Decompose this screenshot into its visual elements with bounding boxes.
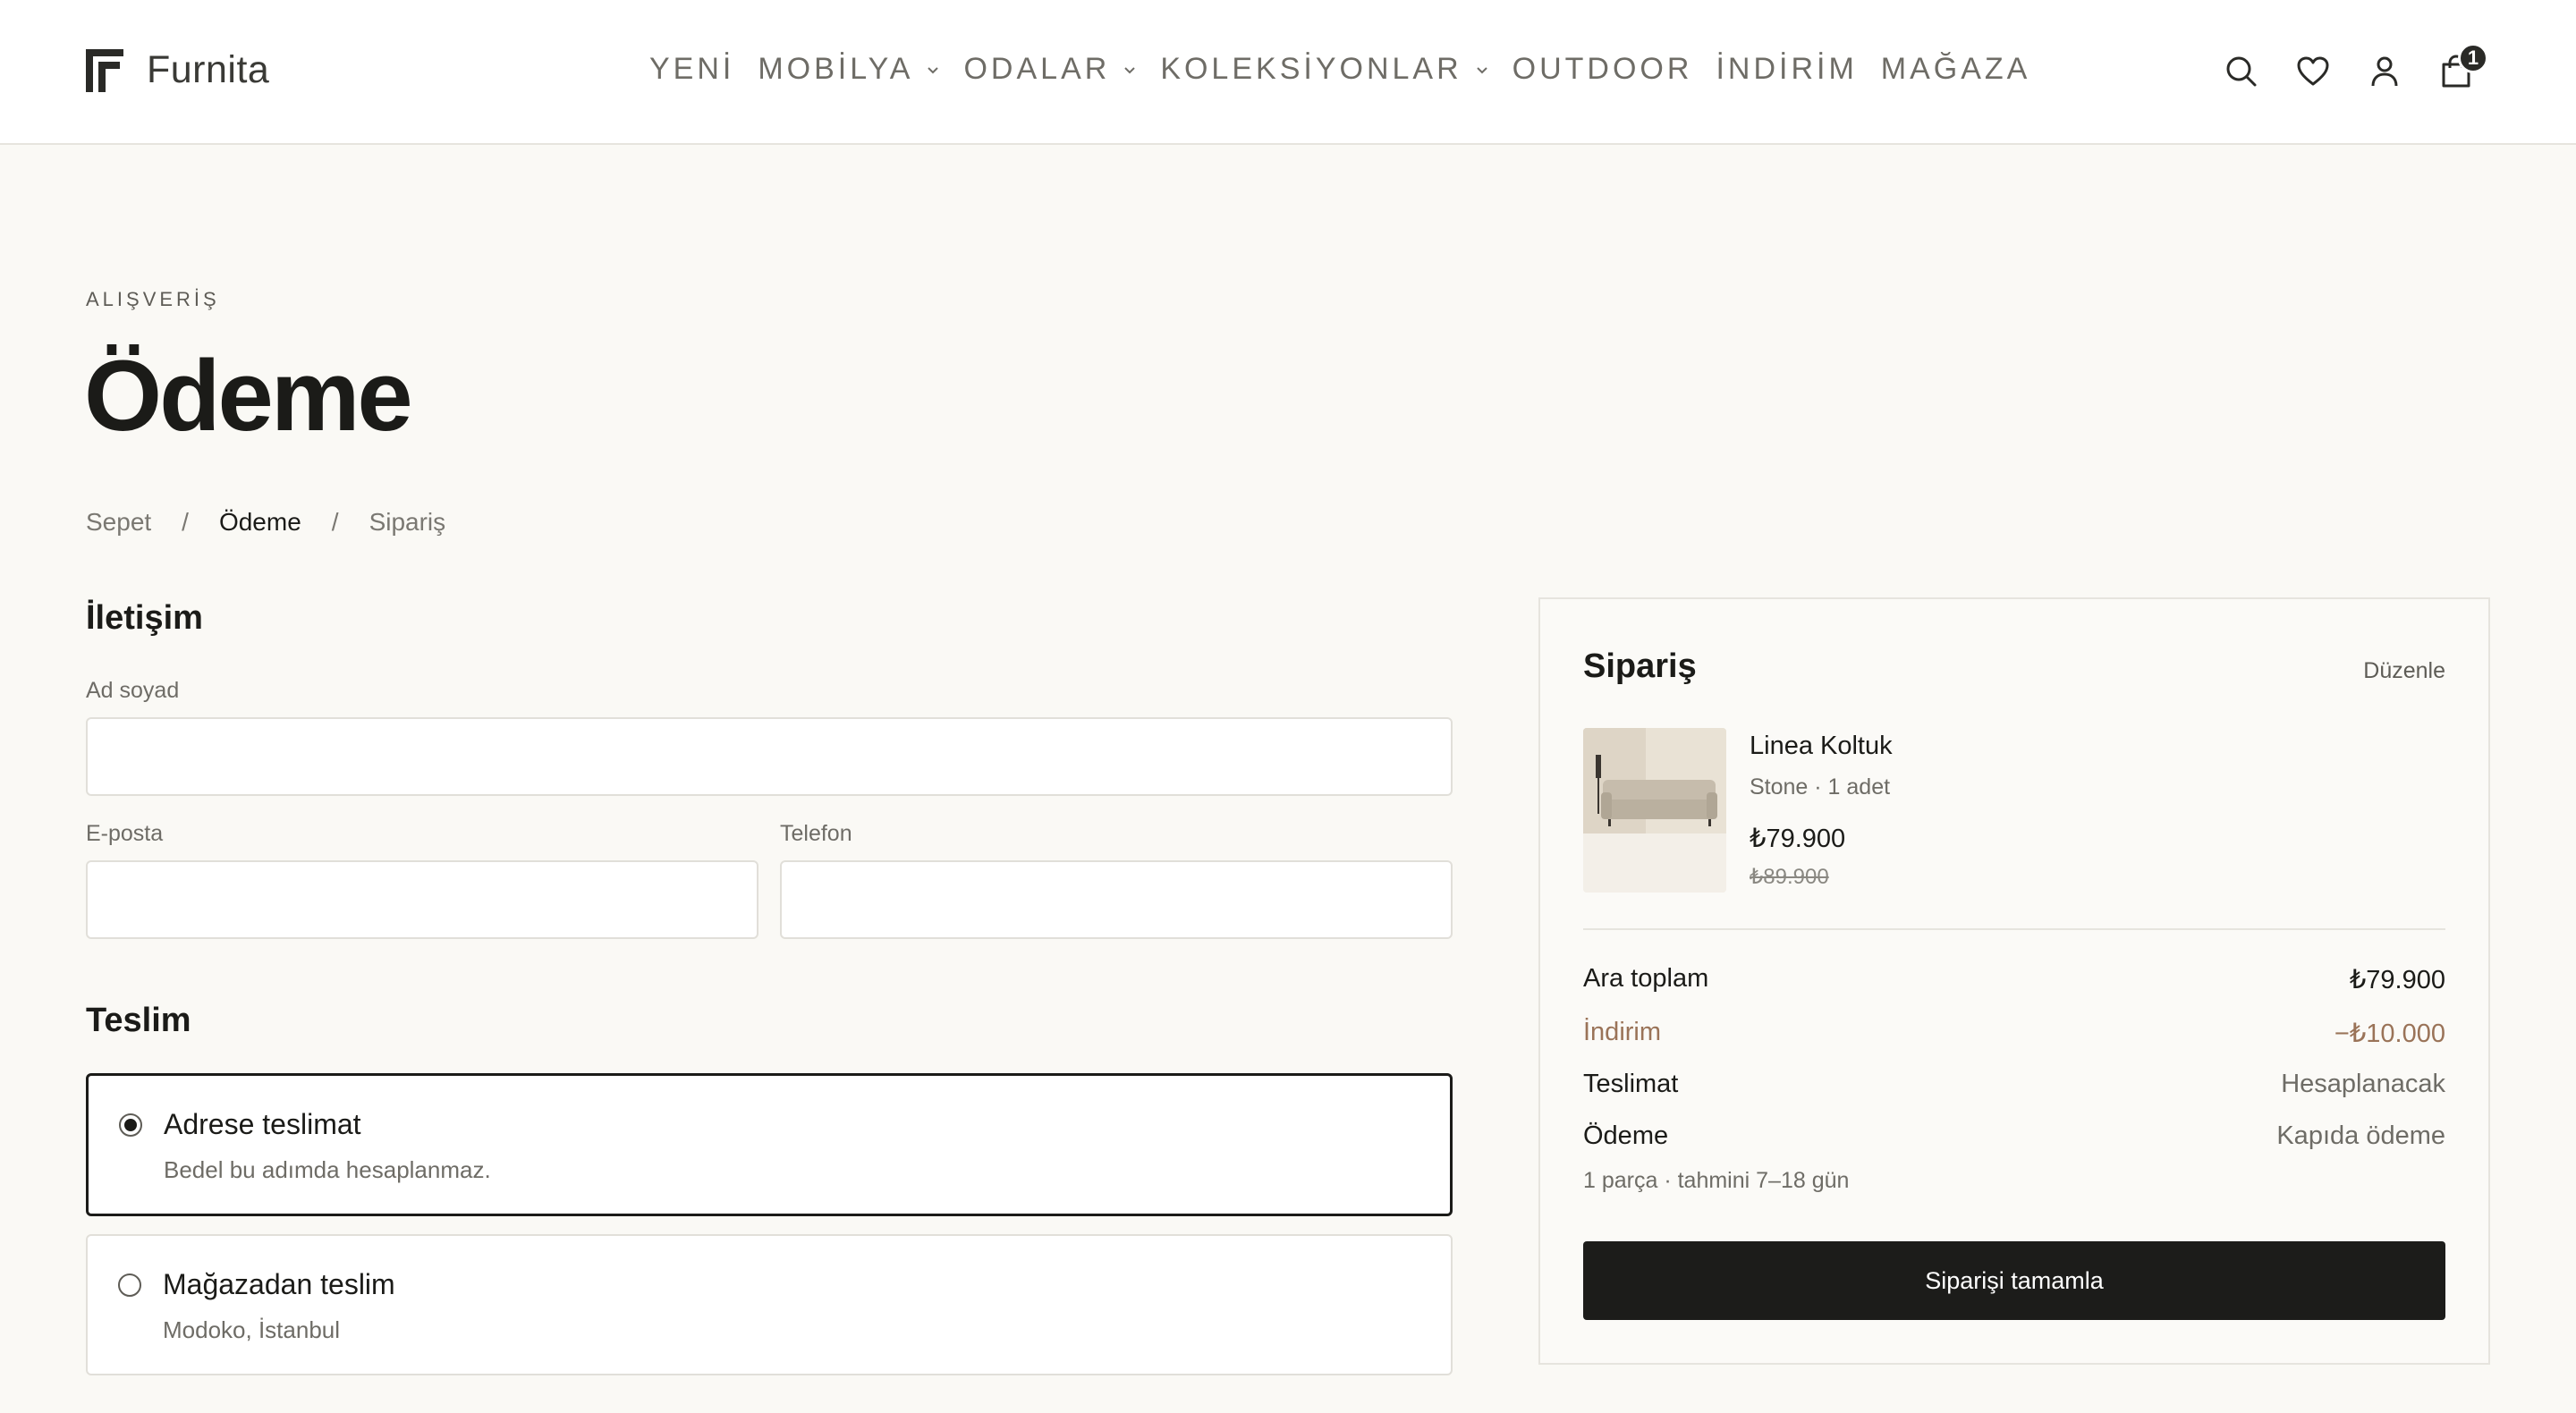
discount-label: İndirim: [1583, 1018, 1662, 1046]
nav-label: KOLEKSİYONLAR: [1160, 52, 1462, 86]
payment-label: Ödeme: [1583, 1121, 1669, 1150]
payment-value: Kapıda ödeme: [2276, 1121, 2445, 1150]
nav-item-yeni[interactable]: YENİ: [649, 52, 734, 87]
shipping-label: Teslimat: [1583, 1070, 1679, 1098]
product-price: ₺79.900: [1750, 825, 1846, 853]
discount-row: İndirim −₺10.000: [1583, 1018, 2445, 1049]
radio-unselected[interactable]: [118, 1273, 141, 1297]
nav-label: MOBİLYA: [758, 52, 914, 86]
order-summary: Sipariş Düzenle Linea Koltuk Stone · 1 a…: [1538, 597, 2490, 1365]
email-field[interactable]: [86, 860, 758, 939]
chevron-down-icon: [928, 66, 939, 73]
nav-item-magaza[interactable]: MAĞAZA: [1881, 52, 2031, 87]
chevron-down-icon: [1124, 66, 1136, 73]
delivery-estimate: 1 parça · tahmini 7–18 gün: [1583, 1168, 1850, 1193]
delivery-section-title: Teslim: [86, 1002, 191, 1039]
phone-label: Telefon: [780, 821, 852, 846]
brand-name: Furnita: [147, 48, 270, 91]
delivery-option-subtitle: Bedel bu adımda hesaplanmaz.: [164, 1156, 491, 1183]
delivery-option-subtitle: Modoko, İstanbul: [163, 1316, 341, 1343]
product-thumbnail: [1583, 728, 1726, 893]
user-icon[interactable]: [2365, 52, 2404, 91]
header-actions: 1: [2222, 43, 2508, 91]
summary-title: Sipariş: [1583, 647, 1697, 685]
radio-selected[interactable]: [119, 1113, 142, 1137]
delivery-option-title: Adrese teslimat: [164, 1108, 361, 1140]
nav-item-indirim[interactable]: İNDİRİM: [1716, 52, 1857, 87]
product-variant: Stone · 1 adet: [1750, 774, 1891, 800]
nav-label: OUTDOOR: [1512, 52, 1693, 86]
site-header: Furnita YENİ MOBİLYA ODALAR KOLEKSİYONLA…: [0, 0, 2576, 145]
discount-value: −₺10.000: [2334, 1020, 2445, 1048]
page-title: Ödeme: [84, 340, 413, 452]
nav-label: YENİ: [649, 52, 735, 86]
heart-icon[interactable]: [2293, 52, 2333, 91]
name-field[interactable]: [86, 717, 1453, 796]
edit-order-link[interactable]: Düzenle: [2363, 658, 2445, 684]
shipping-row: Teslimat Hesaplanacak: [1583, 1070, 2445, 1099]
summary-divider: [1583, 928, 2445, 930]
nav-item-koleksiyonlar[interactable]: KOLEKSİYONLAR: [1160, 52, 1488, 87]
shipping-value: Hesaplanacak: [2281, 1070, 2445, 1098]
chevron-down-icon: [1476, 66, 1487, 73]
email-label: E-posta: [86, 821, 164, 846]
phone-field[interactable]: [780, 860, 1453, 939]
cart-count-badge: 1: [2458, 43, 2488, 73]
breadcrumb-separator: /: [182, 508, 189, 536]
breadcrumb-item-odeme: Ödeme: [218, 508, 301, 536]
delivery-option-address[interactable]: Adrese teslimat Bedel bu adımda hesaplan…: [86, 1073, 1453, 1216]
nav-item-odalar[interactable]: ODALAR: [963, 52, 1137, 87]
brand-logo[interactable]: Furnita: [86, 48, 269, 92]
nav-label: MAĞAZA: [1880, 52, 2031, 86]
breadcrumb-separator: /: [331, 508, 339, 536]
page-eyebrow: ALIŞVERİŞ: [86, 288, 220, 310]
delivery-option-store[interactable]: Mağazadan teslim Modoko, İstanbul: [86, 1234, 1453, 1375]
contact-section-title: İletişim: [86, 599, 203, 637]
nav-label: ODALAR: [963, 52, 1111, 86]
subtotal-row: Ara toplam ₺79.900: [1583, 964, 2445, 995]
name-label: Ad soyad: [86, 678, 180, 703]
breadcrumb-item-sepet[interactable]: Sepet: [86, 508, 151, 537]
sofa-image: [1583, 728, 1726, 893]
nav-label: İNDİRİM: [1716, 52, 1858, 86]
subtotal-label: Ara toplam: [1583, 964, 1709, 993]
breadcrumb: Sepet / Ödeme / Sipariş: [86, 508, 445, 537]
complete-order-button[interactable]: Siparişi tamamla: [1583, 1241, 2445, 1320]
payment-row: Ödeme Kapıda ödeme: [1583, 1121, 2445, 1151]
main-nav: YENİ MOBİLYA ODALAR KOLEKSİYONLAR OUTDOO…: [649, 52, 2054, 87]
nav-item-mobilya[interactable]: MOBİLYA: [758, 52, 940, 87]
subtotal-value: ₺79.900: [2349, 966, 2445, 994]
logo-mark-icon: [86, 48, 123, 92]
cart-icon[interactable]: 1: [2436, 43, 2488, 91]
search-icon[interactable]: [2222, 52, 2261, 91]
product-name: Linea Koltuk: [1750, 732, 1893, 760]
delivery-option-title: Mağazadan teslim: [163, 1268, 395, 1300]
nav-item-outdoor[interactable]: OUTDOOR: [1513, 52, 1693, 87]
product-old-price: ₺89.900: [1750, 865, 1829, 889]
breadcrumb-item-siparis[interactable]: Sipariş: [369, 508, 446, 537]
